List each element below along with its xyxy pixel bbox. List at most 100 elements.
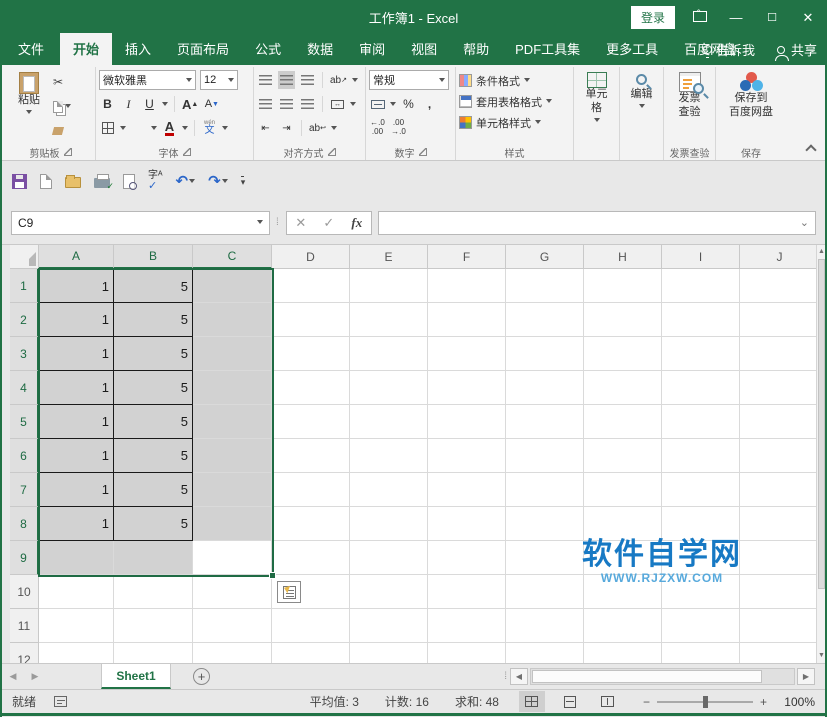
row-header-1[interactable]: 1 [10, 269, 39, 303]
cell-F5[interactable] [428, 405, 506, 439]
increase-decimal-button[interactable]: ←.0 .00 [369, 119, 386, 137]
sheet-tab-sheet1[interactable]: Sheet1 [101, 664, 171, 689]
cell-C6[interactable] [193, 439, 272, 473]
cell-B4[interactable]: 5 [114, 371, 193, 405]
column-header-A[interactable]: A [39, 245, 114, 269]
tab-home[interactable]: 开始 [60, 33, 112, 65]
cell-D4[interactable] [272, 371, 350, 405]
column-header-B[interactable]: B [114, 245, 193, 269]
minimize-button[interactable]: — [725, 10, 747, 25]
zoom-in-button[interactable]: + [760, 695, 767, 709]
fill-color-button[interactable] [130, 119, 147, 137]
font-size-select[interactable]: 12 [200, 70, 238, 90]
page-break-view-button[interactable] [595, 691, 621, 712]
new-sheet-button[interactable]: + [193, 668, 210, 685]
column-header-G[interactable]: G [506, 245, 584, 269]
cell-A3[interactable]: 1 [39, 337, 114, 371]
row-header-11[interactable]: 11 [10, 609, 39, 643]
cell-A9[interactable] [39, 541, 114, 575]
cell-J6[interactable] [740, 439, 820, 473]
row-header-2[interactable]: 2 [10, 303, 39, 337]
decrease-indent-button[interactable]: ⇤ [257, 119, 274, 137]
cell-I5[interactable] [662, 405, 740, 439]
cell-H11[interactable] [584, 609, 662, 643]
cell-C8[interactable] [193, 507, 272, 541]
cell-C4[interactable] [193, 371, 272, 405]
tab-pdf-tools[interactable]: PDF工具集 [502, 33, 593, 65]
column-header-J[interactable]: J [740, 245, 820, 269]
spelling-button[interactable]: 字ᴬ [148, 171, 163, 192]
font-color-button[interactable]: A [161, 119, 178, 137]
conditional-formatting-button[interactable]: 条件格式 [459, 71, 570, 90]
row-header-4[interactable]: 4 [10, 371, 39, 405]
name-box[interactable]: C9 [11, 211, 270, 235]
column-header-D[interactable]: D [272, 245, 350, 269]
row-header-8[interactable]: 8 [10, 507, 39, 541]
quick-print-button[interactable] [94, 174, 110, 188]
cell-H7[interactable] [584, 473, 662, 507]
comma-style-button[interactable]: , [421, 95, 438, 113]
cell-I8[interactable] [662, 507, 740, 541]
cell-H1[interactable] [584, 269, 662, 303]
cell-styles-button[interactable]: 单元格样式 [459, 113, 570, 132]
cell-C11[interactable] [193, 609, 272, 643]
cell-B2[interactable]: 5 [114, 303, 193, 337]
cell-C1[interactable] [193, 269, 272, 303]
cell-F8[interactable] [428, 507, 506, 541]
cell-E6[interactable] [350, 439, 428, 473]
cells-button[interactable]: 单元格 [577, 69, 616, 144]
cell-E7[interactable] [350, 473, 428, 507]
confirm-entry-button[interactable]: ✓ [315, 215, 343, 231]
scroll-down-arrow[interactable]: ▼ [817, 649, 825, 663]
paste-button[interactable]: 粘贴 [9, 69, 49, 144]
underline-button[interactable]: U [141, 95, 158, 113]
cell-F7[interactable] [428, 473, 506, 507]
scroll-up-arrow[interactable]: ▲ [817, 245, 825, 259]
cell-I12[interactable] [662, 643, 740, 663]
column-header-E[interactable]: E [350, 245, 428, 269]
cell-D9[interactable] [272, 541, 350, 575]
cell-F11[interactable] [428, 609, 506, 643]
tab-file[interactable]: 文件 [2, 33, 60, 65]
zoom-slider-thumb[interactable] [703, 696, 708, 708]
sheet-nav-left-arrow[interactable]: ◀ [2, 664, 24, 689]
formula-bar-splitter[interactable]: ⁞ [276, 217, 280, 228]
format-as-table-button[interactable]: 套用表格格式 [459, 92, 570, 111]
cell-D2[interactable] [272, 303, 350, 337]
cell-B5[interactable]: 5 [114, 405, 193, 439]
scroll-right-arrow[interactable]: ▶ [797, 668, 815, 685]
cell-B8[interactable]: 5 [114, 507, 193, 541]
cell-J3[interactable] [740, 337, 820, 371]
cell-J1[interactable] [740, 269, 820, 303]
cell-J2[interactable] [740, 303, 820, 337]
vertical-scrollbar[interactable]: ▲ ▼ [816, 245, 825, 663]
row-header-10[interactable]: 10 [10, 575, 39, 609]
cell-C7[interactable] [193, 473, 272, 507]
cell-J9[interactable] [740, 541, 820, 575]
row-header-5[interactable]: 5 [10, 405, 39, 439]
cell-J12[interactable] [740, 643, 820, 663]
decrease-font-button[interactable]: A▼ [203, 95, 220, 113]
scroll-left-arrow[interactable]: ◀ [510, 668, 528, 685]
cell-E12[interactable] [350, 643, 428, 663]
cell-J4[interactable] [740, 371, 820, 405]
cell-F12[interactable] [428, 643, 506, 663]
alignment-dialog-launcher[interactable] [328, 148, 336, 156]
tab-splitter[interactable]: ⁞ [504, 671, 508, 682]
cell-C12[interactable] [193, 643, 272, 663]
format-painter-button[interactable] [51, 122, 73, 140]
cell-J5[interactable] [740, 405, 820, 439]
cell-D12[interactable] [272, 643, 350, 663]
cell-I4[interactable] [662, 371, 740, 405]
cell-F1[interactable] [428, 269, 506, 303]
zoom-slider[interactable] [657, 701, 753, 703]
cell-D7[interactable] [272, 473, 350, 507]
number-dialog-launcher[interactable] [419, 148, 427, 156]
new-workbook-button[interactable] [40, 174, 52, 189]
cell-A6[interactable]: 1 [39, 439, 114, 473]
orientation-button[interactable]: ab↗ [329, 71, 348, 89]
save-button[interactable] [12, 174, 27, 189]
merge-center-button[interactable]: ↔ [329, 95, 346, 113]
phonetic-guide-button[interactable]: wén文 [201, 119, 218, 137]
align-top-button[interactable] [257, 71, 274, 89]
